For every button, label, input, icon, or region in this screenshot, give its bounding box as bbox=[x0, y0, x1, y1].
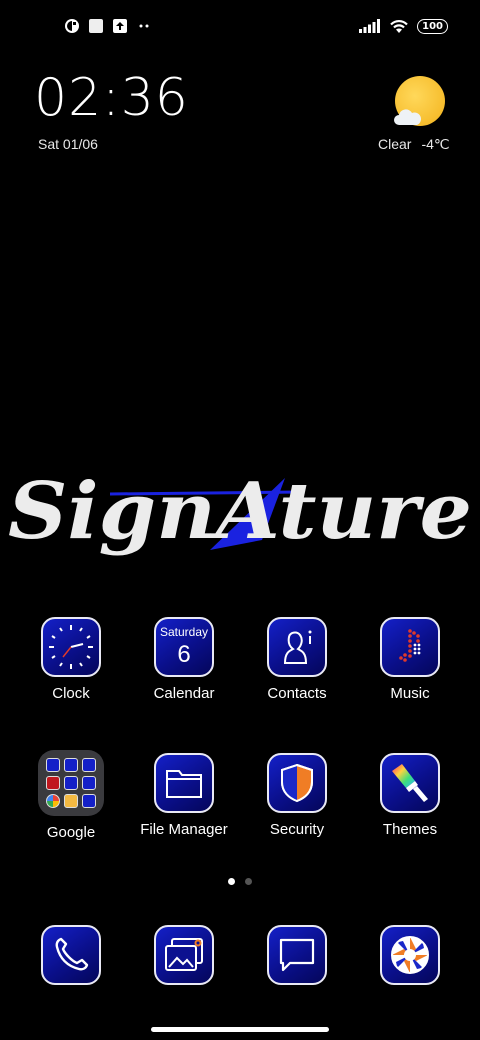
paintbrush-icon bbox=[380, 753, 440, 813]
calendar-day-number: 6 bbox=[177, 641, 191, 668]
page-dot-1[interactable] bbox=[228, 878, 235, 885]
duo-mini-icon bbox=[82, 776, 96, 790]
gmail-mini-icon bbox=[64, 758, 78, 772]
page-dot-2[interactable] bbox=[245, 878, 252, 885]
app-file-manager[interactable]: File Manager bbox=[129, 753, 239, 838]
app-label-music: Music bbox=[390, 685, 430, 702]
app-music[interactable]: Music bbox=[355, 617, 465, 702]
home-gesture-bar[interactable] bbox=[151, 1027, 329, 1032]
upload-notification-icon bbox=[113, 19, 127, 33]
clock-icon bbox=[41, 617, 101, 677]
clock-widget-time[interactable]: 02:36 bbox=[34, 72, 189, 124]
google-folder-icon bbox=[38, 750, 104, 816]
camera-icon bbox=[380, 925, 440, 985]
contacts-icon bbox=[267, 617, 327, 677]
app-label-google: Google bbox=[46, 824, 96, 841]
signature-wallpaper-logo: SignAture bbox=[8, 466, 472, 557]
messages-icon bbox=[267, 925, 327, 985]
home-screen: 100 02:36 Sat 01/06 Clear -4℃ SignAture bbox=[0, 0, 480, 1040]
app-label-security: Security bbox=[269, 821, 325, 838]
app-calendar[interactable]: Saturday 6 Calendar bbox=[129, 617, 239, 702]
folder-icon bbox=[154, 753, 214, 813]
weather-condition: Clear bbox=[378, 136, 412, 152]
maps-mini-icon bbox=[82, 758, 96, 772]
shield-icon bbox=[267, 753, 327, 813]
app-label-contacts: Contacts bbox=[267, 685, 327, 702]
signature-logo-text: SignAture bbox=[8, 466, 472, 557]
app-contacts[interactable]: Contacts bbox=[242, 617, 352, 702]
weather-widget[interactable]: Clear -4℃ bbox=[378, 136, 450, 153]
photos-mini-icon bbox=[64, 794, 78, 808]
app-themes[interactable]: Themes bbox=[355, 753, 465, 838]
phone-icon bbox=[41, 925, 101, 985]
gallery-icon bbox=[154, 925, 214, 985]
dock-camera[interactable] bbox=[355, 925, 465, 985]
signal-icon bbox=[359, 19, 381, 33]
youtube-mini-icon bbox=[46, 776, 60, 790]
app-label-clock: Clock bbox=[52, 685, 90, 702]
app-security[interactable]: Security bbox=[242, 753, 352, 838]
clock-widget-date[interactable]: Sat 01/06 bbox=[38, 136, 98, 152]
status-bar-left bbox=[64, 18, 152, 34]
drive-mini-icon bbox=[64, 776, 78, 790]
page-indicator[interactable] bbox=[228, 878, 252, 885]
google-search-mini-icon bbox=[46, 758, 60, 772]
status-bar-right: 100 bbox=[359, 18, 448, 34]
app-clock[interactable]: Clock bbox=[16, 617, 126, 702]
calendar-icon: Saturday 6 bbox=[154, 617, 214, 677]
square-notification-icon bbox=[89, 19, 103, 33]
music-icon bbox=[380, 617, 440, 677]
dock-phone[interactable] bbox=[16, 925, 126, 985]
app-folder-google[interactable]: Google bbox=[16, 750, 126, 841]
dock-messages[interactable] bbox=[242, 925, 352, 985]
app-label-themes: Themes bbox=[382, 821, 438, 838]
app-notification-icon bbox=[65, 19, 79, 33]
weather-temperature: -4℃ bbox=[421, 136, 450, 152]
calendar-day-name: Saturday bbox=[159, 625, 209, 639]
battery-indicator: 100 bbox=[417, 18, 448, 34]
wifi-icon bbox=[390, 20, 408, 33]
cloud-icon bbox=[394, 109, 421, 125]
app-label-calendar: Calendar bbox=[153, 685, 215, 702]
chrome-mini-icon bbox=[46, 794, 60, 808]
assistant-mini-icon bbox=[82, 794, 96, 808]
dock-gallery[interactable] bbox=[129, 925, 239, 985]
app-label-file-manager: File Manager bbox=[140, 821, 228, 838]
more-dots-icon bbox=[139, 24, 149, 28]
